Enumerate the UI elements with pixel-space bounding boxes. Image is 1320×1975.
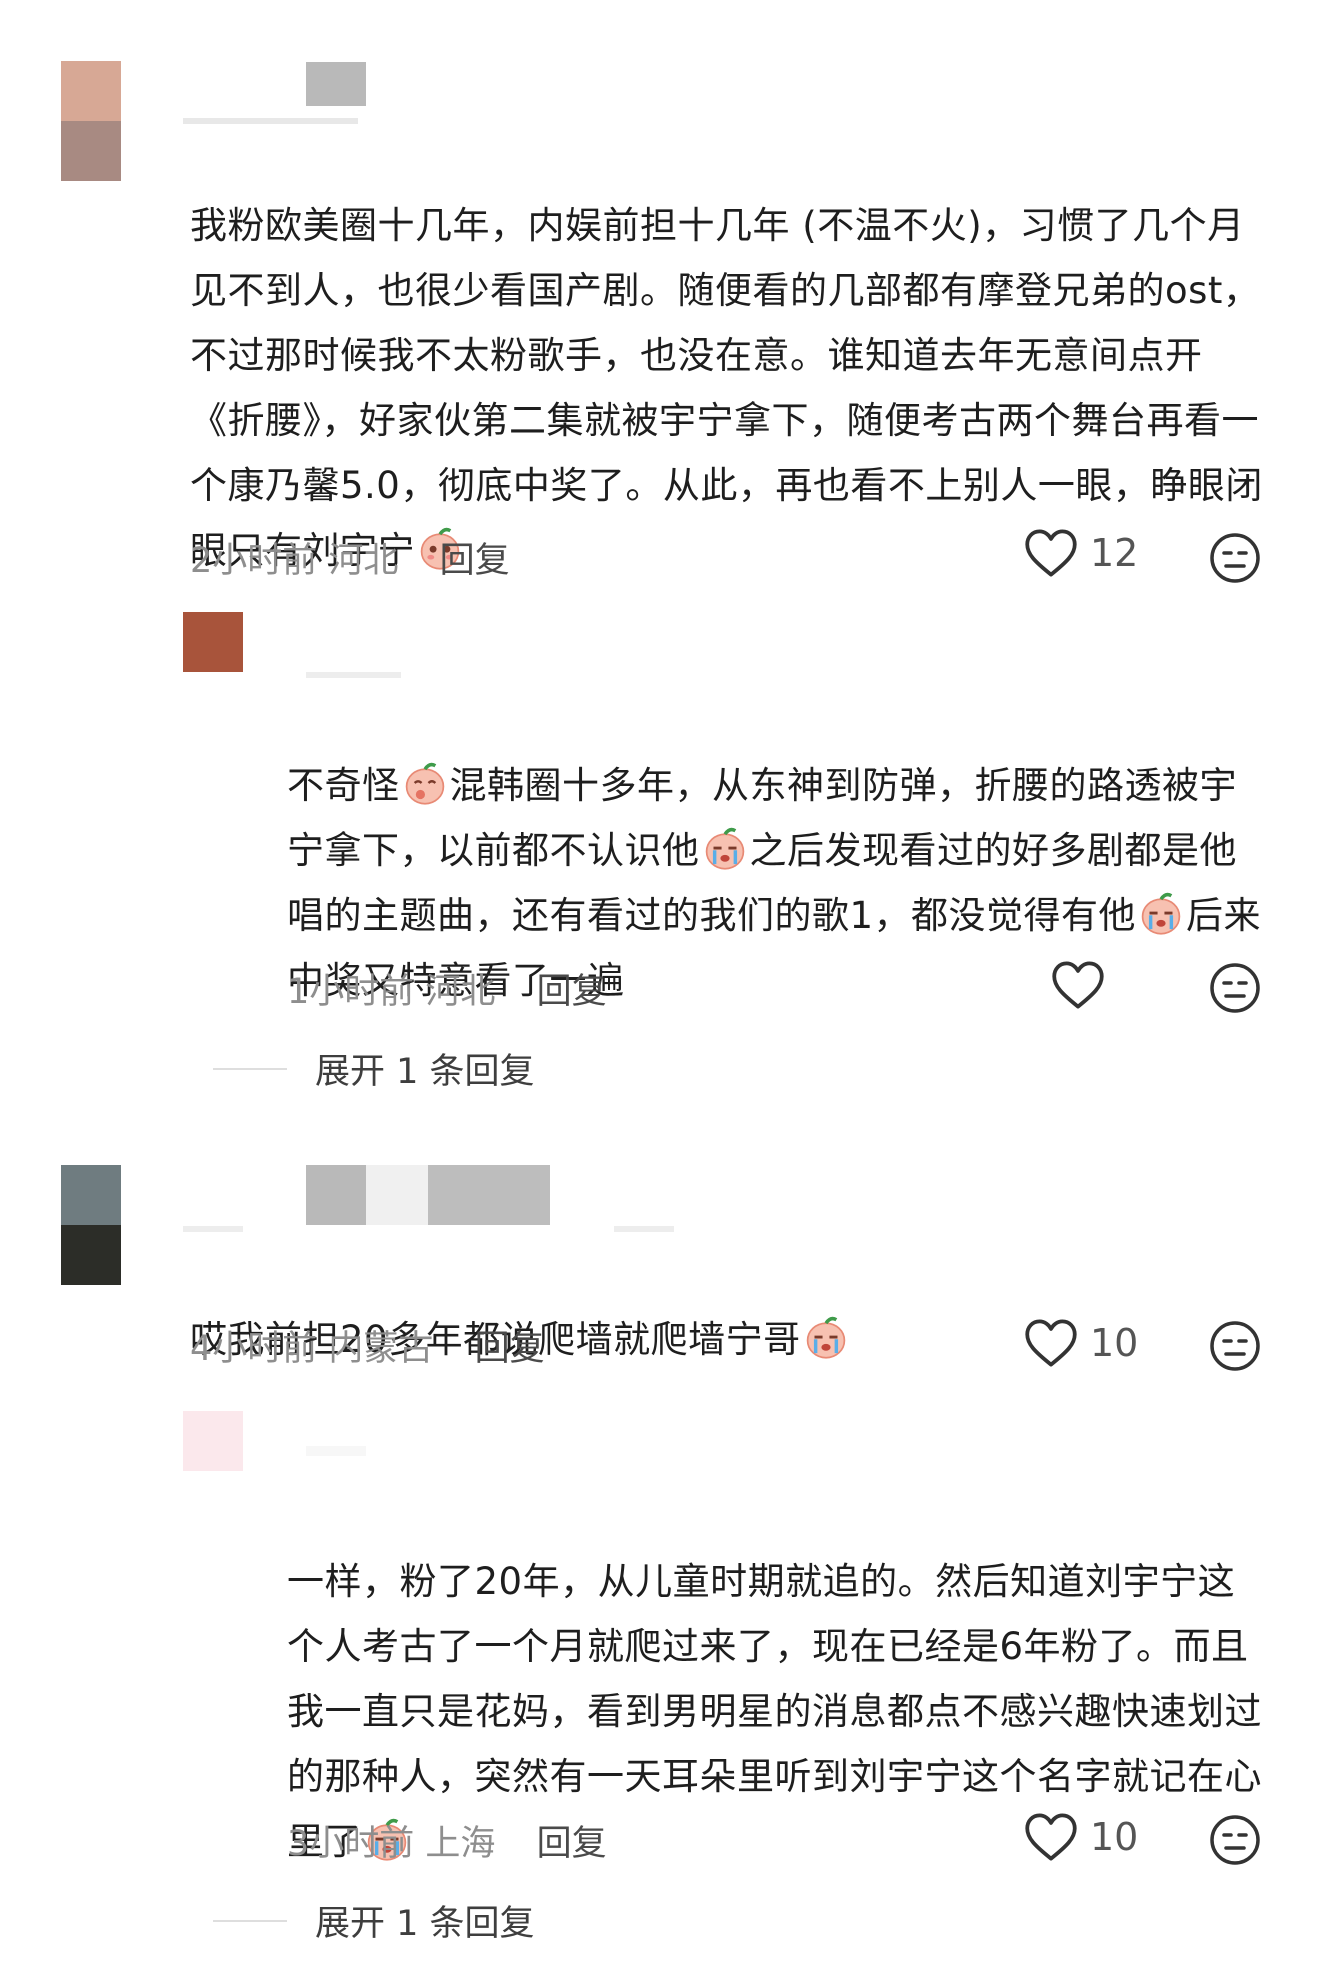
username-redacted	[306, 62, 366, 106]
comment-meta: 1小时前 河北 回复	[287, 963, 607, 1014]
peach-crying-emoji-icon	[806, 1316, 845, 1359]
divider	[213, 1067, 287, 1070]
reply-button[interactable]: 回复	[537, 1824, 607, 1864]
reply-button[interactable]: 回复	[537, 972, 607, 1012]
location: 河北	[328, 541, 399, 581]
reply-button[interactable]: 回复	[440, 541, 510, 581]
heart-outline-icon	[1025, 529, 1077, 577]
comment-text: 我粉欧美圈十几年，内娱前担十几年 (不温不火)，习惯了几个月见不到人，也很少看国…	[190, 204, 1263, 572]
username-redacted	[428, 1165, 550, 1225]
meh-face-icon[interactable]	[1209, 962, 1261, 1014]
meh-face-icon[interactable]	[1209, 1320, 1261, 1372]
like-button[interactable]: 10	[1024, 1318, 1138, 1368]
like-button[interactable]: 10	[1024, 1812, 1138, 1862]
timestamp: 3小时前	[287, 1824, 415, 1864]
avatar[interactable]	[183, 612, 243, 672]
username-redacted	[306, 672, 401, 678]
heart-outline-icon	[1025, 1319, 1077, 1367]
location: 内蒙古	[328, 1329, 434, 1369]
expand-label: 展开 1 条回复	[315, 1904, 535, 1944]
like-button[interactable]	[1051, 960, 1105, 1010]
heart-outline-icon	[1025, 1813, 1077, 1861]
like-count: 10	[1090, 1321, 1139, 1365]
meh-face-icon[interactable]	[1209, 1814, 1261, 1866]
like-button[interactable]: 12	[1024, 528, 1138, 578]
timestamp: 1小时前	[287, 972, 415, 1012]
reply-button[interactable]: 回复	[475, 1329, 545, 1369]
peach-crying-emoji-icon	[705, 827, 744, 870]
location: 河北	[425, 972, 496, 1012]
username-redacted	[183, 1226, 243, 1232]
comment-meta: 3小时前 上海 回复	[287, 1815, 607, 1866]
avatar[interactable]	[61, 1165, 121, 1285]
meh-face-icon[interactable]	[1209, 532, 1261, 584]
peach-thinking-emoji-icon	[405, 762, 444, 805]
divider	[213, 1919, 287, 1922]
location: 上海	[425, 1824, 496, 1864]
avatar[interactable]	[61, 61, 121, 181]
username-redacted	[366, 1165, 428, 1225]
like-count: 12	[1090, 531, 1139, 575]
expand-replies-button[interactable]: 展开 1 条回复	[213, 1043, 535, 1094]
timestamp: 4小时前	[190, 1329, 318, 1369]
username-redacted	[183, 118, 358, 124]
expand-replies-button[interactable]: 展开 1 条回复	[213, 1895, 535, 1946]
comment-meta: 4小时前 内蒙古 回复	[190, 1320, 545, 1371]
avatar[interactable]	[183, 1411, 243, 1471]
expand-label: 展开 1 条回复	[315, 1052, 535, 1092]
timestamp: 2小时前	[190, 541, 318, 581]
username-redacted	[306, 1165, 366, 1225]
like-count: 10	[1090, 1815, 1139, 1859]
peach-crying-emoji-icon	[1141, 892, 1181, 935]
heart-outline-icon	[1052, 961, 1104, 1009]
comment-meta: 2小时前 河北 回复	[190, 532, 510, 583]
username-redacted	[614, 1226, 674, 1232]
username-redacted	[306, 1446, 366, 1456]
